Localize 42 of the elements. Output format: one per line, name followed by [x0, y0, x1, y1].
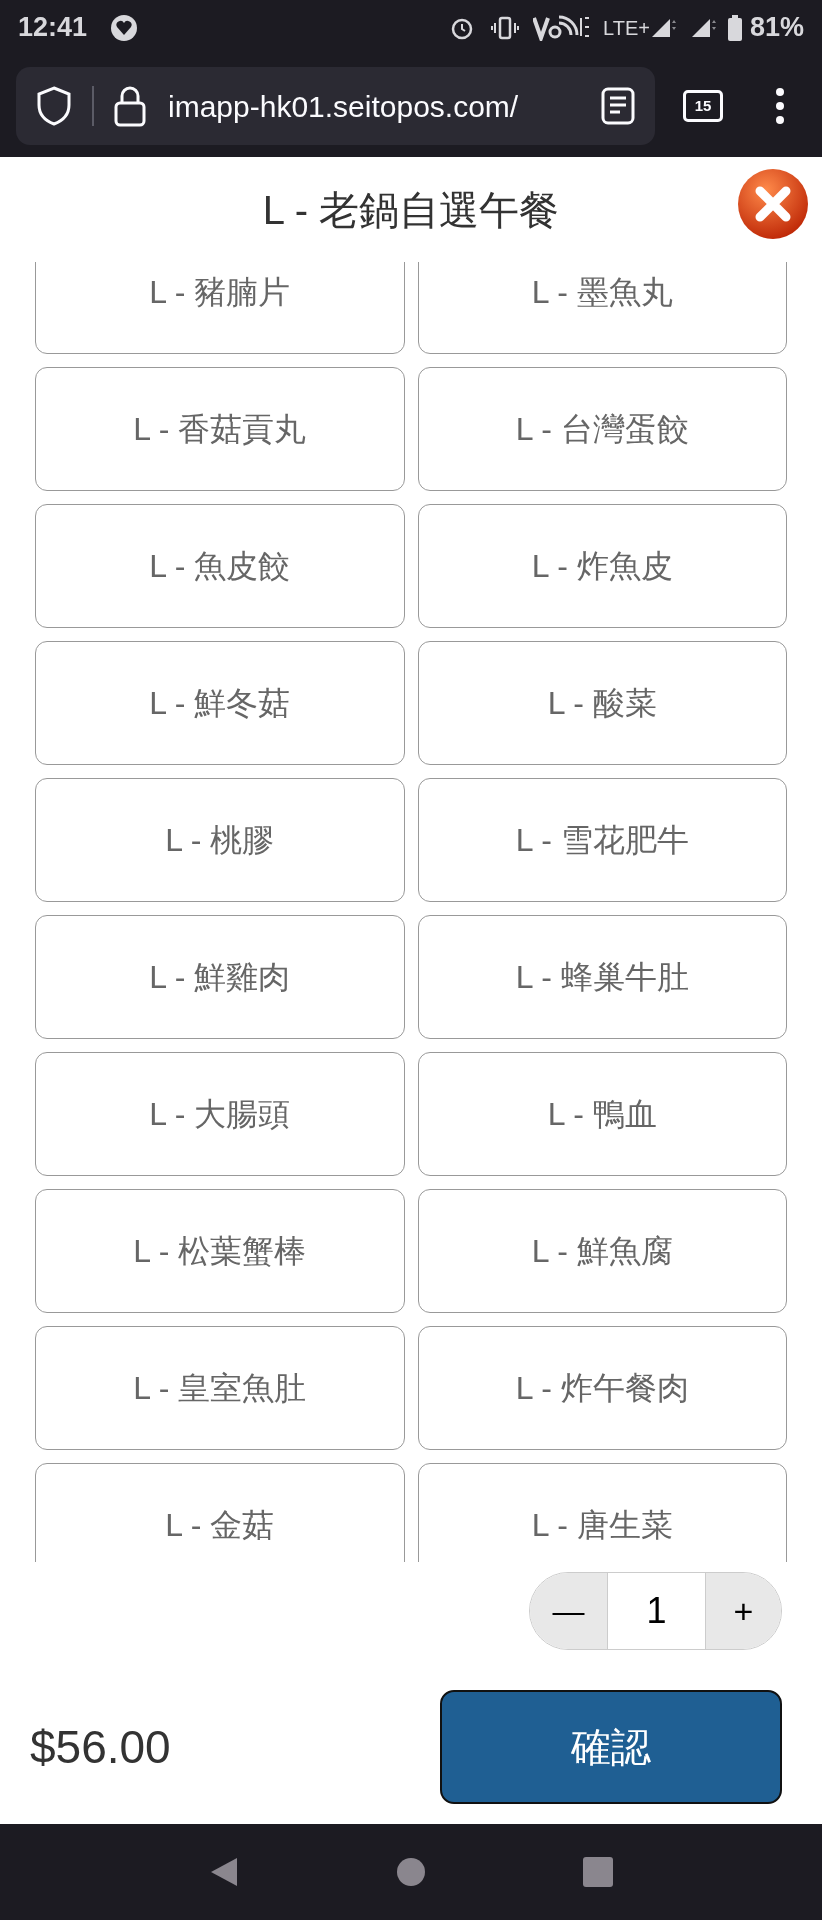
- option-button[interactable]: L - 鮮雞肉: [35, 915, 405, 1039]
- decrease-button[interactable]: —: [530, 1573, 608, 1649]
- option-button[interactable]: L - 鮮魚腐: [417, 1189, 787, 1313]
- option-button[interactable]: L - 豬腩片: [35, 262, 405, 354]
- option-button[interactable]: L - 雪花肥牛: [417, 778, 787, 902]
- option-button[interactable]: L - 唐生菜: [417, 1463, 787, 1562]
- recents-icon[interactable]: [583, 1857, 614, 1887]
- option-button[interactable]: L - 香菇貢丸: [35, 367, 405, 491]
- option-button[interactable]: L - 炸午餐肉: [417, 1326, 787, 1450]
- option-button[interactable]: L - 酸菜: [417, 641, 787, 765]
- close-icon[interactable]: [736, 167, 810, 241]
- option-button[interactable]: L - 金菇: [35, 1463, 405, 1562]
- home-icon[interactable]: [396, 1857, 426, 1887]
- battery-level: 81%: [749, 11, 804, 45]
- shield-icon[interactable]: [36, 85, 72, 127]
- network-type: LTE+: [603, 15, 650, 41]
- clock: 12:41: [18, 11, 88, 45]
- vibrate-icon: [491, 15, 520, 40]
- total-price: $56.00: [30, 1719, 171, 1775]
- tab-counter[interactable]: 15: [683, 90, 723, 122]
- dialog-title: L - 老鍋自選午餐: [262, 186, 560, 234]
- option-button[interactable]: L - 桃膠: [35, 778, 405, 902]
- quantity-value[interactable]: 1: [608, 1573, 705, 1649]
- volte-icon: [533, 14, 592, 41]
- confirm-button[interactable]: 確認: [440, 1690, 782, 1804]
- increase-button[interactable]: +: [705, 1573, 781, 1649]
- option-button[interactable]: L - 皇室魚肚: [35, 1326, 405, 1450]
- option-button[interactable]: L - 炸魚皮: [417, 504, 787, 628]
- url-text[interactable]: imapp-hk01.seitopos.com/: [168, 83, 519, 129]
- menu-icon[interactable]: [775, 87, 785, 125]
- option-button[interactable]: L - 鴨血: [417, 1052, 787, 1176]
- option-button[interactable]: L - 台灣蛋餃: [417, 367, 787, 491]
- option-button[interactable]: L - 鮮冬菇: [35, 641, 405, 765]
- address-bar[interactable]: imapp-hk01.seitopos.com/: [16, 67, 655, 145]
- option-button[interactable]: L - 松葉蟹棒: [35, 1189, 405, 1313]
- battery-icon: [727, 14, 742, 41]
- option-button[interactable]: L - 蜂巢牛肚: [417, 915, 787, 1039]
- lock-icon: [114, 85, 146, 127]
- option-button[interactable]: L - 大腸頭: [35, 1052, 405, 1176]
- reader-icon[interactable]: [601, 87, 635, 125]
- option-button[interactable]: L - 墨魚丸: [417, 262, 787, 354]
- option-button[interactable]: L - 魚皮餃: [35, 504, 405, 628]
